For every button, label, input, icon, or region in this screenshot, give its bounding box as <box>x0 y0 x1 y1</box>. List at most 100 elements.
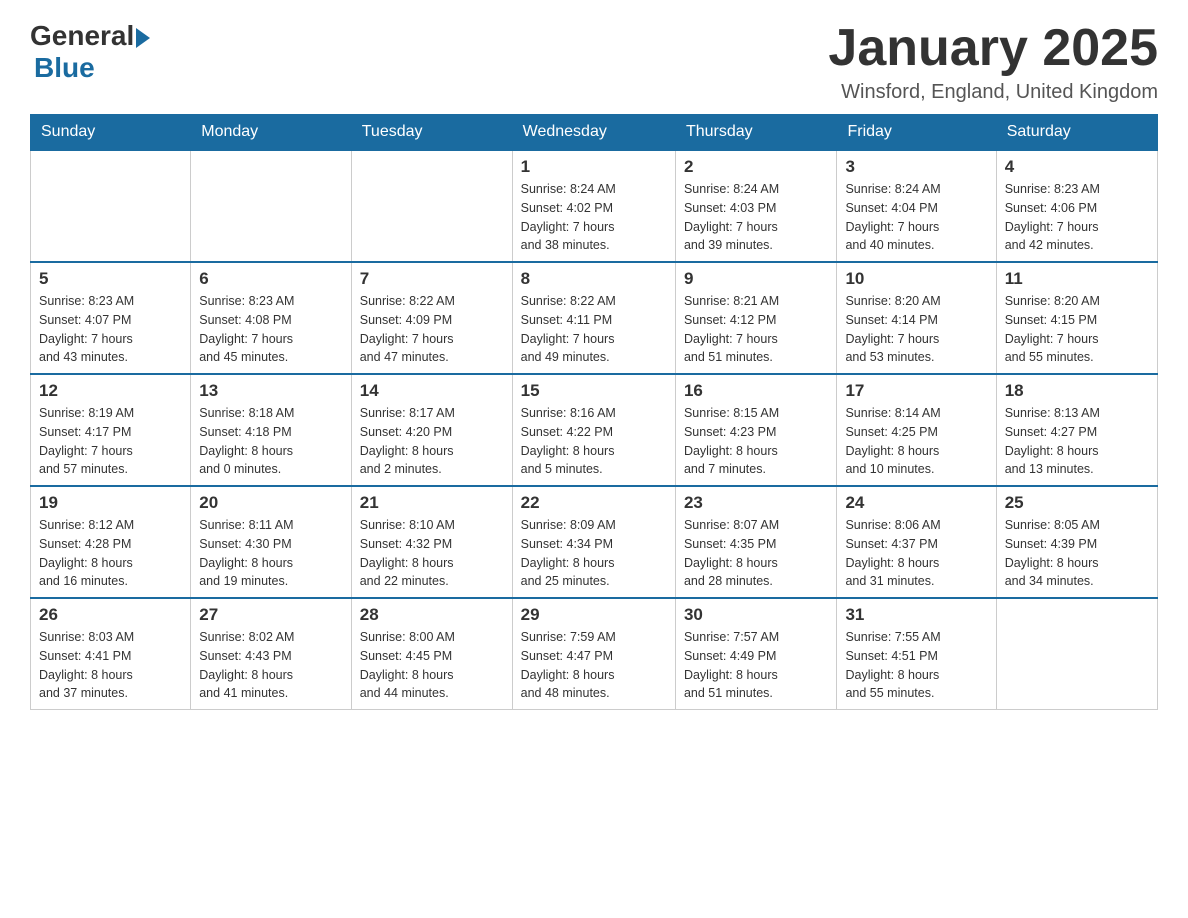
day-info: Sunrise: 7:55 AM Sunset: 4:51 PM Dayligh… <box>845 628 987 703</box>
calendar-cell: 26 Sunrise: 8:03 AM Sunset: 4:41 PM Dayli… <box>31 598 191 710</box>
calendar-table: SundayMondayTuesdayWednesdayThursdayFrid… <box>30 114 1158 710</box>
calendar-cell: 16 Sunrise: 8:15 AM Sunset: 4:23 PM Dayli… <box>675 374 837 486</box>
calendar-cell: 10Sunrise: 8:20 AM Sunset: 4:14 PM Dayli… <box>837 262 996 374</box>
calendar-cell: 8 Sunrise: 8:22 AM Sunset: 4:11 PM Daylig… <box>512 262 675 374</box>
calendar-cell: 30Sunrise: 7:57 AM Sunset: 4:49 PM Dayli… <box>675 598 837 710</box>
day-info: Sunrise: 8:22 AM Sunset: 4:09 PM Dayligh… <box>360 292 504 367</box>
calendar-cell: 15Sunrise: 8:16 AM Sunset: 4:22 PM Dayli… <box>512 374 675 486</box>
page-header: General Blue January 2025 Winsford, Engl… <box>30 20 1158 104</box>
weekday-header-sunday: Sunday <box>31 115 191 151</box>
day-info: Sunrise: 8:11 AM Sunset: 4:30 PM Dayligh… <box>199 516 343 591</box>
calendar-cell: 3 Sunrise: 8:24 AM Sunset: 4:04 PM Daylig… <box>837 150 996 262</box>
day-number: 1 <box>521 157 667 177</box>
calendar-cell: 25 Sunrise: 8:05 AM Sunset: 4:39 PM Dayli… <box>996 486 1157 598</box>
weekday-header-monday: Monday <box>191 115 352 151</box>
day-info: Sunrise: 8:18 AM Sunset: 4:18 PM Dayligh… <box>199 404 343 479</box>
calendar-cell <box>996 598 1157 710</box>
day-number: 3 <box>845 157 987 177</box>
calendar-cell: 31Sunrise: 7:55 AM Sunset: 4:51 PM Dayli… <box>837 598 996 710</box>
day-info: Sunrise: 8:24 AM Sunset: 4:04 PM Dayligh… <box>845 180 987 255</box>
day-info: Sunrise: 8:24 AM Sunset: 4:03 PM Dayligh… <box>684 180 829 255</box>
day-info: Sunrise: 8:17 AM Sunset: 4:20 PM Dayligh… <box>360 404 504 479</box>
day-info: Sunrise: 8:12 AM Sunset: 4:28 PM Dayligh… <box>39 516 182 591</box>
day-number: 26 <box>39 605 182 625</box>
calendar-cell: 27 Sunrise: 8:02 AM Sunset: 4:43 PM Dayli… <box>191 598 352 710</box>
day-number: 27 <box>199 605 343 625</box>
day-info: Sunrise: 8:15 AM Sunset: 4:23 PM Dayligh… <box>684 404 829 479</box>
day-info: Sunrise: 7:59 AM Sunset: 4:47 PM Dayligh… <box>521 628 667 703</box>
day-number: 2 <box>684 157 829 177</box>
calendar-cell: 19Sunrise: 8:12 AM Sunset: 4:28 PM Dayli… <box>31 486 191 598</box>
day-info: Sunrise: 8:03 AM Sunset: 4:41 PM Dayligh… <box>39 628 182 703</box>
calendar-cell: 18Sunrise: 8:13 AM Sunset: 4:27 PM Dayli… <box>996 374 1157 486</box>
day-number: 13 <box>199 381 343 401</box>
calendar-cell: 21 Sunrise: 8:10 AM Sunset: 4:32 PM Dayli… <box>351 486 512 598</box>
day-info: Sunrise: 8:06 AM Sunset: 4:37 PM Dayligh… <box>845 516 987 591</box>
day-number: 10 <box>845 269 987 289</box>
day-info: Sunrise: 7:57 AM Sunset: 4:49 PM Dayligh… <box>684 628 829 703</box>
day-info: Sunrise: 8:00 AM Sunset: 4:45 PM Dayligh… <box>360 628 504 703</box>
calendar-cell: 17 Sunrise: 8:14 AM Sunset: 4:25 PM Dayli… <box>837 374 996 486</box>
day-info: Sunrise: 8:21 AM Sunset: 4:12 PM Dayligh… <box>684 292 829 367</box>
day-number: 21 <box>360 493 504 513</box>
calendar-cell: 22Sunrise: 8:09 AM Sunset: 4:34 PM Dayli… <box>512 486 675 598</box>
weekday-header-tuesday: Tuesday <box>351 115 512 151</box>
day-info: Sunrise: 8:23 AM Sunset: 4:07 PM Dayligh… <box>39 292 182 367</box>
day-number: 12 <box>39 381 182 401</box>
weekday-header-friday: Friday <box>837 115 996 151</box>
day-info: Sunrise: 8:14 AM Sunset: 4:25 PM Dayligh… <box>845 404 987 479</box>
week-row-5: 26 Sunrise: 8:03 AM Sunset: 4:41 PM Dayli… <box>31 598 1158 710</box>
day-number: 20 <box>199 493 343 513</box>
logo-general-text: General <box>30 20 134 52</box>
calendar-cell <box>191 150 352 262</box>
calendar-cell: 7 Sunrise: 8:22 AM Sunset: 4:09 PM Daylig… <box>351 262 512 374</box>
calendar-cell <box>31 150 191 262</box>
day-info: Sunrise: 8:02 AM Sunset: 4:43 PM Dayligh… <box>199 628 343 703</box>
day-number: 14 <box>360 381 504 401</box>
week-row-4: 19Sunrise: 8:12 AM Sunset: 4:28 PM Dayli… <box>31 486 1158 598</box>
day-info: Sunrise: 8:23 AM Sunset: 4:08 PM Dayligh… <box>199 292 343 367</box>
day-number: 4 <box>1005 157 1149 177</box>
day-number: 6 <box>199 269 343 289</box>
day-info: Sunrise: 8:20 AM Sunset: 4:15 PM Dayligh… <box>1005 292 1149 367</box>
day-number: 8 <box>521 269 667 289</box>
day-info: Sunrise: 8:23 AM Sunset: 4:06 PM Dayligh… <box>1005 180 1149 255</box>
day-number: 28 <box>360 605 504 625</box>
calendar-cell: 28 Sunrise: 8:00 AM Sunset: 4:45 PM Dayli… <box>351 598 512 710</box>
calendar-cell: 29 Sunrise: 7:59 AM Sunset: 4:47 PM Dayli… <box>512 598 675 710</box>
month-title: January 2025 <box>828 20 1158 77</box>
day-number: 25 <box>1005 493 1149 513</box>
calendar-cell <box>351 150 512 262</box>
calendar-cell: 23Sunrise: 8:07 AM Sunset: 4:35 PM Dayli… <box>675 486 837 598</box>
day-number: 9 <box>684 269 829 289</box>
day-number: 29 <box>521 605 667 625</box>
logo: General Blue <box>30 20 150 84</box>
day-number: 7 <box>360 269 504 289</box>
calendar-cell: 6 Sunrise: 8:23 AM Sunset: 4:08 PM Daylig… <box>191 262 352 374</box>
weekday-header-wednesday: Wednesday <box>512 115 675 151</box>
day-info: Sunrise: 8:19 AM Sunset: 4:17 PM Dayligh… <box>39 404 182 479</box>
week-row-3: 12 Sunrise: 8:19 AM Sunset: 4:17 PM Dayli… <box>31 374 1158 486</box>
day-number: 16 <box>684 381 829 401</box>
calendar-cell: 11 Sunrise: 8:20 AM Sunset: 4:15 PM Dayli… <box>996 262 1157 374</box>
calendar-cell: 9 Sunrise: 8:21 AM Sunset: 4:12 PM Daylig… <box>675 262 837 374</box>
day-number: 17 <box>845 381 987 401</box>
calendar-cell: 20 Sunrise: 8:11 AM Sunset: 4:30 PM Dayli… <box>191 486 352 598</box>
week-row-2: 5 Sunrise: 8:23 AM Sunset: 4:07 PM Daylig… <box>31 262 1158 374</box>
title-block: January 2025 Winsford, England, United K… <box>828 20 1158 104</box>
day-number: 18 <box>1005 381 1149 401</box>
day-info: Sunrise: 8:05 AM Sunset: 4:39 PM Dayligh… <box>1005 516 1149 591</box>
day-number: 5 <box>39 269 182 289</box>
day-number: 22 <box>521 493 667 513</box>
day-info: Sunrise: 8:22 AM Sunset: 4:11 PM Dayligh… <box>521 292 667 367</box>
week-row-1: 1 Sunrise: 8:24 AM Sunset: 4:02 PM Daylig… <box>31 150 1158 262</box>
day-number: 23 <box>684 493 829 513</box>
day-info: Sunrise: 8:10 AM Sunset: 4:32 PM Dayligh… <box>360 516 504 591</box>
day-info: Sunrise: 8:24 AM Sunset: 4:02 PM Dayligh… <box>521 180 667 255</box>
logo-arrow-icon <box>136 28 150 48</box>
weekday-header-row: SundayMondayTuesdayWednesdayThursdayFrid… <box>31 115 1158 151</box>
day-number: 11 <box>1005 269 1149 289</box>
weekday-header-thursday: Thursday <box>675 115 837 151</box>
calendar-cell: 24Sunrise: 8:06 AM Sunset: 4:37 PM Dayli… <box>837 486 996 598</box>
calendar-cell: 14 Sunrise: 8:17 AM Sunset: 4:20 PM Dayli… <box>351 374 512 486</box>
